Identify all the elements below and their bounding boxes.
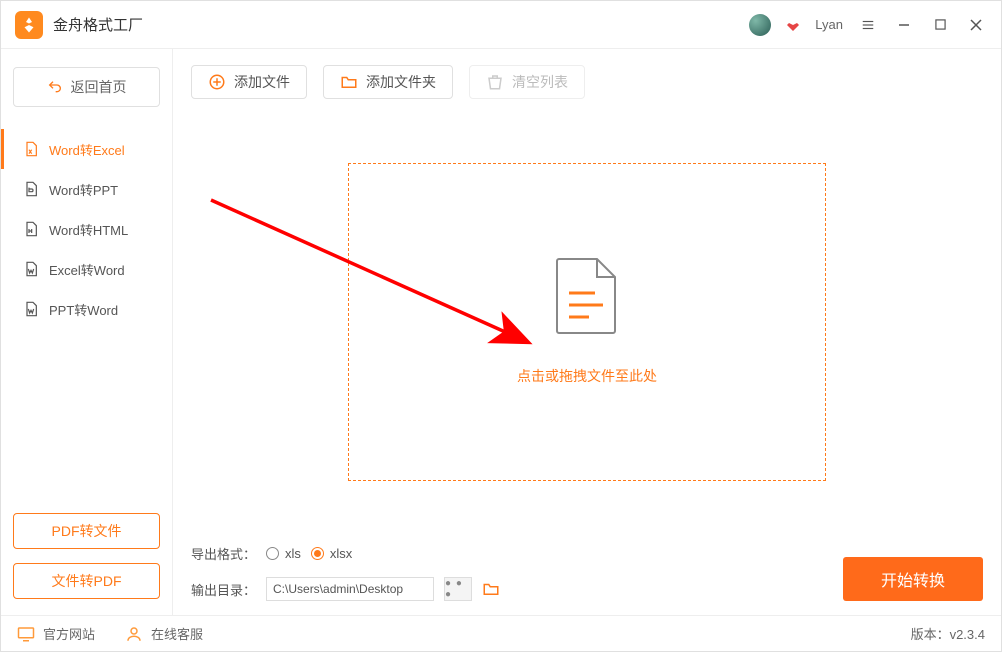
sidebar-item-ppt-to-word[interactable]: PPT转Word (13, 289, 160, 329)
username[interactable]: Lyan (815, 17, 843, 32)
dropzone[interactable]: 点击或拖拽文件至此处 (348, 163, 826, 481)
online-support-link[interactable]: 在线客服 (125, 624, 203, 643)
sidebar: 返回首页 Word转Excel Word转PPT Word转HTML Exce (1, 49, 173, 615)
add-folder-button[interactable]: 添加文件夹 (323, 65, 453, 99)
document-ppt-icon (23, 181, 39, 197)
app-title: 金舟格式工厂 (53, 14, 143, 35)
sidebar-item-label: Word转PPT (49, 180, 118, 199)
sidebar-item-label: Word转HTML (49, 220, 128, 239)
menu-button[interactable] (857, 14, 879, 36)
output-dir-label: 输出目录： (191, 580, 256, 599)
sidebar-item-word-to-html[interactable]: Word转HTML (13, 209, 160, 249)
toolbar: 添加文件 添加文件夹 清空列表 (191, 65, 983, 99)
footer: 官方网站 在线客服 版本：v2.3.4 (1, 615, 1001, 651)
main-panel: 添加文件 添加文件夹 清空列表 (173, 49, 1001, 615)
export-format-row: 导出格式： xls xlsx (191, 544, 500, 563)
dropzone-hint: 点击或拖拽文件至此处 (517, 366, 657, 386)
file-to-pdf-button[interactable]: 文件转PDF (13, 563, 160, 599)
close-button[interactable] (965, 14, 987, 36)
maximize-button[interactable] (929, 14, 951, 36)
clear-list-label: 清空列表 (512, 72, 568, 92)
output-dir-row: 输出目录： C:\Users\admin\Desktop ● ● ● (191, 577, 500, 601)
clear-list-button: 清空列表 (469, 65, 585, 99)
add-file-button[interactable]: 添加文件 (191, 65, 307, 99)
avatar[interactable] (749, 14, 771, 36)
sidebar-item-word-to-ppt[interactable]: Word转PPT (13, 169, 160, 209)
sidebar-item-label: Excel转Word (49, 260, 125, 279)
convert-button[interactable]: 开始转换 (843, 557, 983, 601)
vip-icon (785, 17, 801, 33)
file-icon (555, 257, 619, 340)
add-file-label: 添加文件 (234, 72, 290, 92)
sidebar-item-excel-to-word[interactable]: Excel转Word (13, 249, 160, 289)
sidebar-item-label: PPT转Word (49, 300, 118, 319)
version-text: 版本：v2.3.4 (911, 624, 985, 643)
radio-dot-icon (311, 547, 324, 560)
online-support-label: 在线客服 (151, 624, 203, 643)
back-home-button[interactable]: 返回首页 (13, 67, 160, 107)
back-home-label: 返回首页 (71, 77, 127, 97)
radio-xlsx-label: xlsx (330, 546, 352, 561)
monitor-icon (17, 625, 35, 643)
radio-xlsx[interactable]: xlsx (311, 546, 352, 561)
sidebar-item-label: Word转Excel (49, 140, 125, 159)
export-format-label: 导出格式： (191, 544, 256, 563)
radio-dot-icon (266, 547, 279, 560)
folder-open-icon (482, 580, 500, 598)
document-word-icon (23, 261, 39, 277)
browse-button[interactable]: ● ● ● (444, 577, 472, 601)
app-logo (15, 11, 43, 39)
output-path-input[interactable]: C:\Users\admin\Desktop (266, 577, 434, 601)
titlebar: 金舟格式工厂 Lyan (1, 1, 1001, 49)
add-folder-label: 添加文件夹 (366, 72, 436, 92)
trash-icon (486, 73, 504, 91)
sidebar-item-word-to-excel[interactable]: Word转Excel (13, 129, 160, 169)
plus-circle-icon (208, 73, 226, 91)
radio-xls[interactable]: xls (266, 546, 301, 561)
headset-icon (125, 625, 143, 643)
document-word-icon (23, 301, 39, 317)
minimize-button[interactable] (893, 14, 915, 36)
radio-xls-label: xls (285, 546, 301, 561)
open-folder-button[interactable] (482, 580, 500, 598)
official-site-label: 官方网站 (43, 624, 95, 643)
official-site-link[interactable]: 官方网站 (17, 624, 95, 643)
document-html-icon (23, 221, 39, 237)
document-excel-icon (23, 141, 39, 157)
pdf-to-file-button[interactable]: PDF转文件 (13, 513, 160, 549)
folder-icon (340, 73, 358, 91)
